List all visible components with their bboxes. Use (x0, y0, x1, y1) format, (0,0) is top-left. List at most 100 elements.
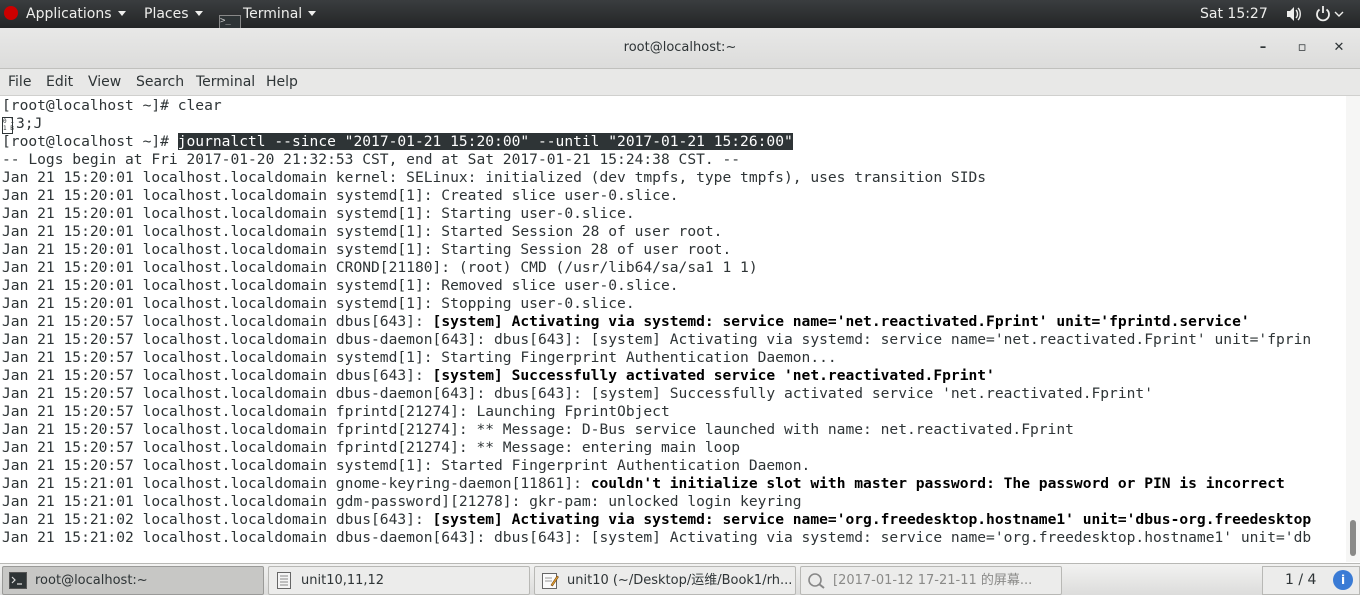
power-icon[interactable] (1315, 0, 1345, 28)
chevron-down-icon (117, 11, 126, 16)
terminal-scrollbar[interactable] (1346, 96, 1360, 562)
menu-edit[interactable]: Edit (46, 69, 73, 95)
task-file-manager[interactable]: unit10,11,12 (268, 566, 530, 595)
line-text: Jan 21 15:20:01 localhost.localdomain sy… (2, 187, 679, 204)
image-viewer-icon (808, 573, 825, 589)
terminal-line: Jan 21 15:20:57 localhost.localdomain sy… (2, 349, 837, 367)
terminal-line: Jan 21 15:20:57 localhost.localdomain db… (2, 313, 1250, 331)
unknown-glyph-icon: 0 1 1 B (2, 117, 14, 134)
menu-view[interactable]: View (88, 69, 121, 95)
menu-file[interactable]: File (8, 69, 31, 95)
terminal-line: Jan 21 15:20:57 localhost.localdomain db… (2, 385, 1153, 403)
line-text: Jan 21 15:20:57 localhost.localdomain db… (2, 313, 433, 330)
line-text: Jan 21 15:20:57 localhost.localdomain sy… (2, 457, 811, 474)
terminal-line: Jan 21 15:20:01 localhost.localdomain CR… (2, 259, 758, 277)
applications-label: Applications (26, 6, 112, 22)
terminal-line: Jan 21 15:20:57 localhost.localdomain db… (2, 331, 1311, 349)
line-bold-text: couldn't initialize slot with master pas… (590, 475, 1285, 492)
line-text: Jan 21 15:20:01 localhost.localdomain CR… (2, 259, 758, 276)
menu-terminal[interactable]: Terminal (196, 69, 255, 95)
line-text: [root@localhost ~]# (2, 133, 178, 150)
line-bold-text: [system] Activating via systemd: service… (432, 313, 1250, 330)
applications-menu[interactable]: Applications (4, 0, 126, 28)
terminal-line: Jan 21 15:20:57 localhost.localdomain sy… (2, 457, 810, 475)
window-list-taskbar: root@localhost:~ unit10,11,12 unit10 (~/… (0, 563, 1360, 595)
top-panel: Applications Places >_ Terminal Sat 15:27 (0, 0, 1360, 37)
terminal-app-menu[interactable]: >_ Terminal (219, 0, 317, 37)
terminal-line: Jan 21 15:21:01 localhost.localdomain gd… (2, 493, 802, 511)
task-label: root@localhost:~ (35, 573, 148, 588)
terminal-line: Jan 21 15:21:02 localhost.localdomain db… (2, 511, 1311, 529)
line-text: Jan 21 15:20:01 localhost.localdomain sy… (2, 205, 635, 222)
chevron-down-icon (194, 11, 203, 16)
line-text: [root@localhost ~]# clear (2, 97, 222, 114)
scrollbar-thumb[interactable] (1350, 520, 1356, 556)
close-button[interactable]: ✕ (1324, 28, 1354, 68)
menu-help[interactable]: Help (266, 69, 298, 95)
terminal-line: Jan 21 15:20:57 localhost.localdomain fp… (2, 403, 670, 421)
line-text: Jan 21 15:21:01 localhost.localdomain gn… (2, 475, 591, 492)
terminal-line: Jan 21 15:20:01 localhost.localdomain sy… (2, 205, 635, 223)
line-text: Jan 21 15:20:01 localhost.localdomain sy… (2, 223, 723, 240)
terminal-line: [root@localhost ~]# journalctl --since "… (2, 133, 793, 151)
line-text: Jan 21 15:20:01 localhost.localdomain sy… (2, 277, 679, 294)
line-text: Jan 21 15:21:02 localhost.localdomain db… (2, 511, 433, 528)
line-text: Jan 21 15:21:01 localhost.localdomain gd… (2, 493, 802, 510)
terminal-line: Jan 21 15:20:01 localhost.localdomain sy… (2, 277, 679, 295)
task-label: unit10,11,12 (301, 573, 385, 588)
line-text: Jan 21 15:20:57 localhost.localdomain db… (2, 331, 1312, 348)
line-text: Jan 21 15:21:02 localhost.localdomain db… (2, 529, 1312, 546)
line-text: -- Logs begin at Fri 2017-01-20 21:32:53… (2, 151, 741, 168)
terminal-line: Jan 21 15:21:02 localhost.localdomain db… (2, 529, 1311, 547)
line-text: Jan 21 15:20:57 localhost.localdomain fp… (2, 421, 1074, 438)
distro-logo-icon (4, 6, 18, 20)
line-text: Jan 21 15:20:57 localhost.localdomain fp… (2, 403, 670, 420)
line-text: Jan 21 15:20:01 localhost.localdomain sy… (2, 295, 635, 312)
terminal-line: Jan 21 15:21:01 localhost.localdomain gn… (2, 475, 1285, 493)
menu-search[interactable]: Search (136, 69, 184, 95)
terminal-line: Jan 21 15:20:57 localhost.localdomain fp… (2, 439, 740, 457)
terminal-icon (9, 572, 27, 589)
chevron-down-icon (308, 11, 317, 16)
info-icon[interactable]: i (1333, 570, 1353, 590)
line-text: Jan 21 15:20:01 localhost.localdomain sy… (2, 241, 732, 258)
line-text: Jan 21 15:20:01 localhost.localdomain ke… (2, 169, 987, 186)
terminal-line: Jan 21 15:20:57 localhost.localdomain db… (2, 367, 995, 385)
task-label: [2017-01-12 17-21-11 的屏幕... (833, 573, 1033, 588)
places-label: Places (144, 6, 189, 22)
terminal-line: Jan 21 15:20:01 localhost.localdomain ke… (2, 169, 986, 187)
minimize-button[interactable]: – (1248, 28, 1278, 68)
line-bold-text: [system] Activating via systemd: service… (432, 511, 1312, 528)
places-menu[interactable]: Places (144, 0, 203, 28)
maximize-button[interactable]: ▫ (1287, 28, 1317, 68)
terminal-line: -- Logs begin at Fri 2017-01-20 21:32:53… (2, 151, 740, 169)
window-title: root@localhost:~ (623, 40, 737, 55)
terminal-line: [root@localhost ~]# clear (2, 97, 222, 115)
terminal-line: Jan 21 15:20:01 localhost.localdomain sy… (2, 223, 722, 241)
workspace-switcher[interactable]: 1 / 4 i (1262, 566, 1360, 595)
line-text: Jan 21 15:20:57 localhost.localdomain fp… (2, 439, 741, 456)
menu-bar: File Edit View Search Terminal Help (0, 69, 1360, 96)
line-text: Jan 21 15:20:57 localhost.localdomain sy… (2, 349, 837, 366)
terminal-line: Jan 21 15:20:01 localhost.localdomain sy… (2, 295, 635, 313)
task-text-editor[interactable]: unit10 (~/Desktop/运维/Book1/rh... (534, 566, 796, 595)
text-editor-icon (542, 573, 559, 589)
task-image-viewer[interactable]: [2017-01-12 17-21-11 的屏幕... (800, 566, 1062, 595)
terminal-line: Jan 21 15:20:01 localhost.localdomain sy… (2, 241, 731, 259)
clock[interactable]: Sat 15:27 (1200, 0, 1268, 28)
line-bold-text: [system] Successfully activated service … (432, 367, 995, 384)
task-terminal[interactable]: root@localhost:~ (2, 566, 264, 595)
terminal-line: Jan 21 15:20:01 localhost.localdomain sy… (2, 187, 679, 205)
terminal-line: 0 1 1 B 3;J (2, 115, 43, 134)
terminal-output[interactable]: [root@localhost ~]# clear 0 1 1 B 3;J [root… (0, 96, 1346, 562)
task-label: unit10 (~/Desktop/运维/Book1/rh... (567, 573, 793, 588)
window-titlebar[interactable]: root@localhost:~ – ▫ ✕ (0, 28, 1360, 69)
file-manager-icon (277, 572, 291, 589)
line-text: 3;J (16, 115, 43, 132)
terminal-line: Jan 21 15:20:57 localhost.localdomain fp… (2, 421, 1074, 439)
workspace-indicator: 1 / 4 (1285, 572, 1317, 588)
line-text: Jan 21 15:20:57 localhost.localdomain db… (2, 385, 1153, 402)
volume-icon[interactable] (1286, 0, 1302, 28)
selected-command-text[interactable]: journalctl --since "2017-01-21 15:20:00"… (177, 133, 793, 150)
terminal-app-label: Terminal (243, 6, 303, 22)
